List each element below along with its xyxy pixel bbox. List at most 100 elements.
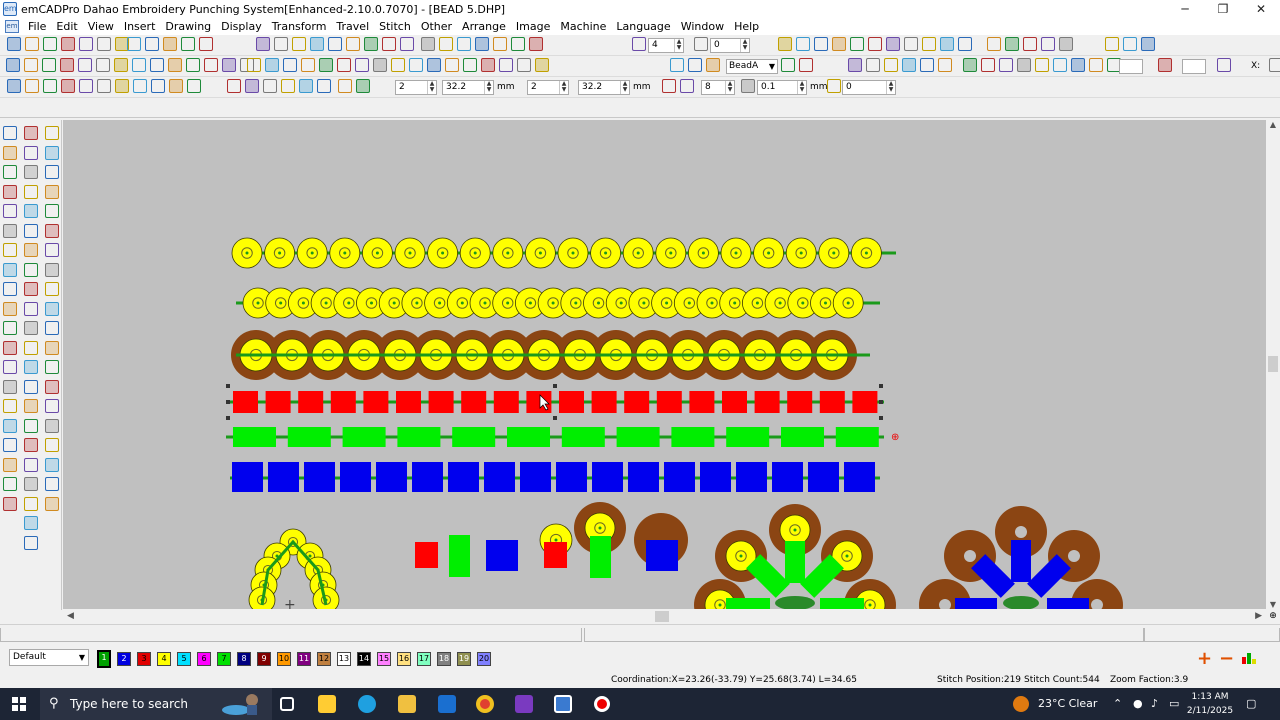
drawing-tool-icon[interactable] (24, 243, 38, 257)
color-swatch-16[interactable]: 16 (397, 652, 411, 666)
drawing-tool-icon[interactable] (3, 165, 17, 179)
menu-help[interactable]: Help (729, 18, 764, 35)
edit-tool-icon[interactable] (457, 37, 471, 51)
drawing-tool-icon[interactable] (3, 282, 17, 296)
stitch-tool-icon[interactable] (706, 58, 720, 72)
bead-type-select[interactable]: BeadA ▼ (726, 59, 778, 74)
color-box-b[interactable] (1182, 59, 1206, 74)
menu-transform[interactable]: Transform (267, 18, 332, 35)
stitch-tool-icon[interactable] (884, 58, 898, 72)
stitch-tool-icon[interactable] (1269, 58, 1280, 72)
stitch-tool-icon[interactable] (963, 58, 977, 72)
stitch-tool-icon[interactable] (78, 58, 92, 72)
scroll-up-icon[interactable]: ▲ (1266, 120, 1280, 129)
edit-tool-icon[interactable] (1023, 37, 1037, 51)
offset-stepper[interactable]: 0 ▲ ▼ (710, 38, 750, 53)
record-icon[interactable] (594, 696, 610, 712)
color-swatch-5[interactable]: 5 (177, 652, 191, 666)
drawing-tool-icon[interactable] (24, 379, 38, 394)
store-icon[interactable] (318, 695, 336, 713)
drawing-tool-icon[interactable] (3, 457, 17, 472)
stitch-tool-icon[interactable] (337, 58, 351, 72)
drawing-tool-icon[interactable] (24, 360, 38, 374)
stitch-tool-icon[interactable] (427, 58, 441, 72)
edit-tool-icon[interactable] (400, 37, 414, 51)
drawing-tool-icon[interactable] (24, 184, 38, 199)
edit-tool-icon[interactable] (25, 37, 39, 51)
stitch-tool-icon[interactable] (445, 58, 459, 72)
edit-tool-icon[interactable] (850, 37, 864, 51)
stitch-tool-icon[interactable] (866, 58, 880, 72)
property-tool-icon[interactable] (227, 79, 241, 93)
scroll-right-icon[interactable]: ▶ (1255, 609, 1262, 624)
document-icon[interactable]: em (5, 20, 19, 33)
property-tool-icon[interactable] (7, 79, 21, 93)
color-swatch-1[interactable]: 1 (97, 650, 111, 668)
drawing-tool-icon[interactable] (24, 165, 38, 179)
taskbar-search[interactable]: ⚲ Type here to search (40, 688, 272, 720)
spin-arrows-icon[interactable]: ▲ ▼ (740, 39, 749, 52)
color-swatch-4[interactable]: 4 (157, 652, 171, 666)
stitch-tool-icon[interactable] (938, 58, 952, 72)
param-6-stepper[interactable]: 0.1 ▲ ▼ (757, 80, 807, 95)
menu-language[interactable]: Language (611, 18, 675, 35)
stitch-tool-icon[interactable] (688, 58, 702, 72)
stitch-tool-icon[interactable] (150, 58, 164, 72)
edit-tool-icon[interactable] (310, 37, 324, 51)
drawing-tool-icon[interactable] (3, 223, 17, 238)
menu-travel[interactable]: Travel (331, 18, 374, 35)
stitch-tool-icon[interactable] (1035, 58, 1049, 72)
vertical-scroll-thumb[interactable] (1268, 356, 1278, 372)
stitch-tool-icon[interactable] (409, 58, 423, 72)
drawing-tool-icon[interactable] (3, 243, 17, 257)
drawing-tool-icon[interactable] (45, 457, 59, 472)
edit-tool-icon[interactable] (97, 37, 111, 51)
stitch-tool-icon[interactable] (1089, 58, 1103, 72)
edit-tool-icon[interactable] (256, 37, 270, 51)
param-7-stepper[interactable]: 0 ▲ ▼ (842, 80, 896, 95)
remove-color-icon[interactable]: − (1219, 650, 1234, 668)
drawing-tool-icon[interactable] (45, 340, 59, 355)
property-tool-icon[interactable] (79, 79, 93, 93)
edit-tool-icon[interactable] (43, 37, 57, 51)
stitch-tool-icon[interactable] (981, 58, 995, 72)
maximize-button[interactable]: ❐ (1204, 0, 1242, 18)
property-tool-icon[interactable] (245, 79, 259, 93)
edit-tool-icon[interactable] (987, 37, 1001, 51)
property-tool-icon[interactable] (25, 79, 39, 93)
drawing-tool-icon[interactable] (45, 418, 59, 433)
spin-arrows-icon[interactable]: ▲ ▼ (797, 81, 806, 94)
edit-tool-icon[interactable] (868, 37, 882, 51)
drawing-tool-icon[interactable] (24, 126, 38, 140)
drawing-tool-icon[interactable] (45, 496, 59, 511)
drawing-tool-icon[interactable] (24, 145, 38, 160)
drawing-tool-icon[interactable] (45, 165, 59, 179)
stitch-tool-icon[interactable] (204, 58, 218, 72)
drawing-tool-icon[interactable] (3, 184, 17, 199)
property-tool-icon[interactable] (151, 79, 165, 93)
drawing-tool-icon[interactable] (24, 438, 38, 452)
spin-arrows-icon[interactable]: ▲ ▼ (620, 81, 629, 94)
property-tool-icon[interactable] (115, 79, 129, 93)
edit-tool-icon[interactable] (382, 37, 396, 51)
edit-tool-icon[interactable] (529, 37, 543, 51)
stitch-tool-icon[interactable] (799, 58, 813, 72)
edit-tool-icon[interactable] (694, 37, 708, 51)
color-swatch-2[interactable]: 2 (117, 652, 131, 666)
drawing-tool-icon[interactable] (24, 282, 38, 296)
resize-grip-icon[interactable]: ⊕ (1266, 609, 1280, 624)
stitch-tool-icon[interactable] (247, 58, 261, 72)
edit-tool-icon[interactable] (61, 37, 75, 51)
scroll-down-icon[interactable]: ▼ (1266, 600, 1280, 609)
color-swatch-10[interactable]: 10 (277, 652, 291, 666)
file-explorer-icon[interactable] (398, 695, 416, 713)
color-swatch-12[interactable]: 12 (317, 652, 331, 666)
drawing-tool-icon[interactable] (3, 126, 17, 140)
edit-tool-icon[interactable] (940, 37, 954, 51)
stitch-tool-icon[interactable] (1217, 58, 1231, 72)
drawing-tool-icon[interactable] (3, 496, 17, 511)
color-swatch-11[interactable]: 11 (297, 652, 311, 666)
edit-tool-icon[interactable] (1041, 37, 1055, 51)
stitch-tool-icon[interactable] (1158, 58, 1172, 72)
edit-tool-icon[interactable] (1141, 37, 1155, 51)
